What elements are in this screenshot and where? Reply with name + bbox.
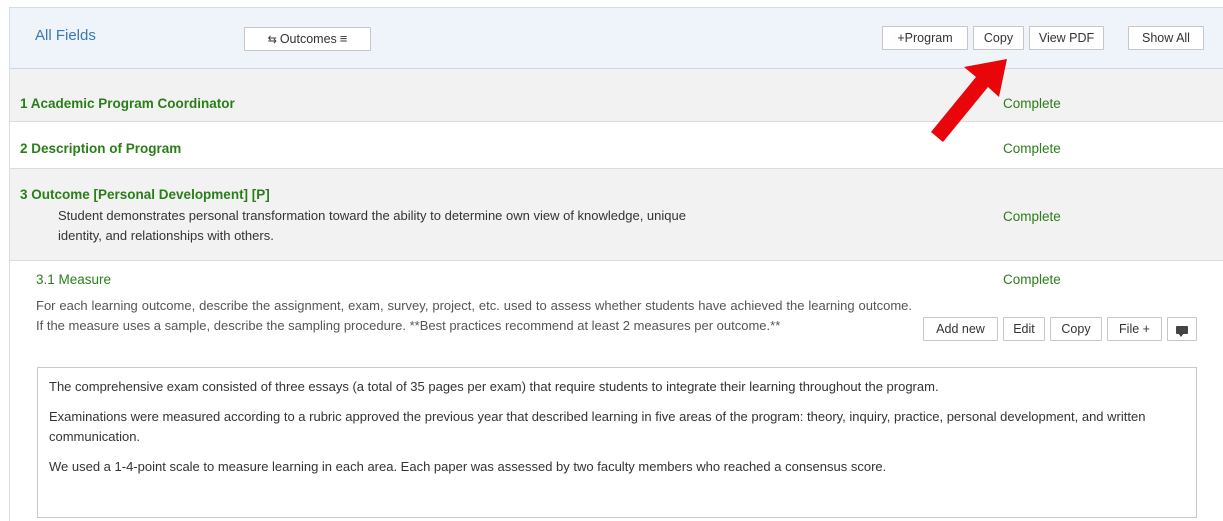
red-arrow-shape <box>931 59 1007 142</box>
field-row-coordinator[interactable]: 1 Academic Program Coordinator Complete <box>10 69 1223 122</box>
measure-content-box[interactable]: The comprehensive exam consisted of thre… <box>37 367 1197 518</box>
show-all-button[interactable]: Show All <box>1128 26 1204 50</box>
outcomes-dropdown-button[interactable]: ⇆ Outcomes ≡ <box>244 27 371 51</box>
view-pdf-button[interactable]: View PDF <box>1029 26 1104 50</box>
field-row-outcome[interactable]: 3 Outcome [Personal Development] [P] Stu… <box>10 169 1223 261</box>
measure-title[interactable]: 3.1 Measure <box>36 272 111 287</box>
comment-icon <box>1176 326 1188 337</box>
hamburger-icon: ≡ <box>339 31 348 46</box>
add-new-button[interactable]: Add new <box>923 317 998 341</box>
measure-instructions: For each learning outcome, describe the … <box>36 298 912 333</box>
status-label: Complete <box>1003 209 1061 224</box>
copy-program-button[interactable]: Copy <box>973 26 1024 50</box>
swap-arrows-icon: ⇆ <box>267 34 277 46</box>
add-program-button[interactable]: +Program <box>882 26 968 50</box>
field-title[interactable]: 1 Academic Program Coordinator <box>20 96 235 111</box>
fields-panel: All Fields ⇆ Outcomes ≡ +Program Copy View… <box>9 7 1223 521</box>
outcomes-label: Outcomes <box>279 32 337 46</box>
file-attach-button[interactable]: File + <box>1107 317 1162 341</box>
content-paragraph: The comprehensive exam consisted of thre… <box>49 379 939 394</box>
field-title[interactable]: 3 Outcome [Personal Development] [P] <box>20 187 270 202</box>
outcome-description: Student demonstrates personal transforma… <box>58 208 686 243</box>
all-fields-link[interactable]: All Fields <box>35 27 96 44</box>
content-paragraph: We used a 1-4-point scale to measure lea… <box>49 459 887 474</box>
copy-measure-button[interactable]: Copy <box>1050 317 1102 341</box>
measure-status-label: Complete <box>1003 272 1061 287</box>
field-title[interactable]: 2 Description of Program <box>20 141 181 156</box>
toolbar: All Fields ⇆ Outcomes ≡ +Program Copy View… <box>10 8 1223 69</box>
content-paragraph: Examinations were measured according to … <box>49 409 1146 444</box>
comment-button[interactable] <box>1167 317 1197 341</box>
field-row-description[interactable]: 2 Description of Program Complete <box>10 122 1223 169</box>
edit-button[interactable]: Edit <box>1003 317 1045 341</box>
red-arrow-icon <box>931 59 1007 142</box>
